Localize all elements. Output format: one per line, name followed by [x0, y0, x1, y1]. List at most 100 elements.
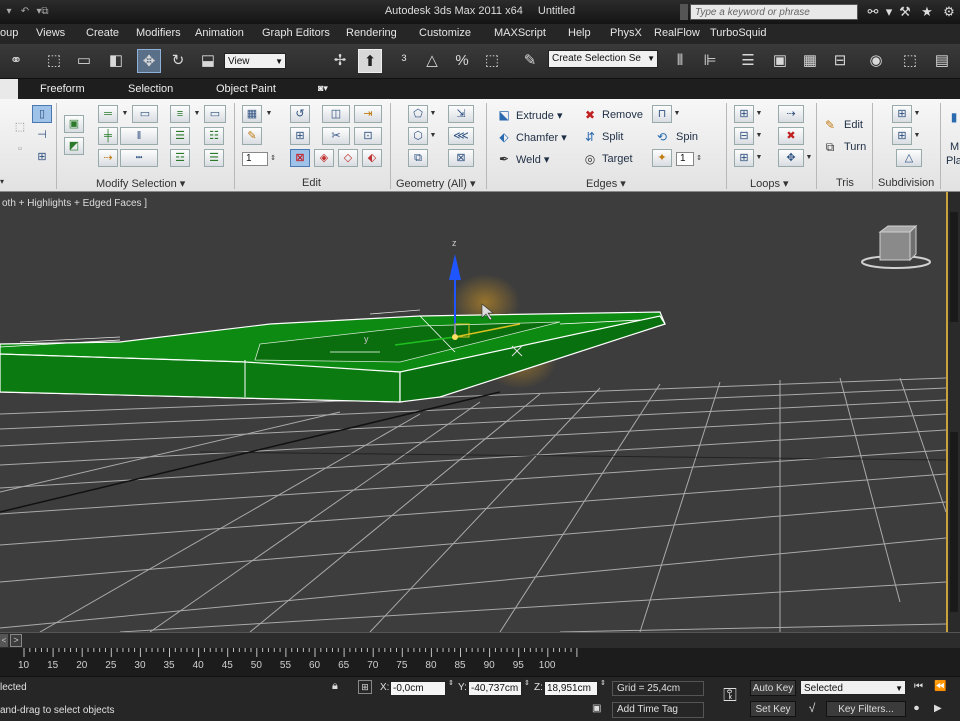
select-object-icon[interactable]: ⬚ — [42, 49, 66, 73]
repeat-last-icon[interactable]: ✎ — [242, 127, 262, 145]
use-displacement-icon[interactable]: △ — [896, 149, 922, 167]
edge-level-icon[interactable]: ▯ — [32, 105, 52, 123]
panel-collapse-arrow[interactable]: ▾ — [0, 177, 4, 186]
x-spinner-icon[interactable]: ⇕ — [448, 679, 454, 687]
insert-loop-icon[interactable]: ⊞ — [734, 149, 754, 167]
reference-coordinate-dropdown[interactable]: View ▼ — [224, 53, 286, 69]
menu-create[interactable]: Create — [86, 27, 119, 39]
flow-connect-icon[interactable]: ⊟ — [734, 127, 754, 145]
viewport-scroll-lower[interactable] — [950, 432, 958, 612]
select-region-icon[interactable]: ▭ — [72, 49, 96, 73]
remove-icon[interactable]: ✖ — [582, 107, 598, 123]
fill-icon[interactable]: ☰ — [170, 127, 190, 145]
layer-manager-icon[interactable]: ☰ — [736, 49, 760, 73]
auto-key-button[interactable]: Auto Key — [750, 680, 796, 696]
insert-loop-arrow[interactable]: ▼ — [754, 149, 764, 167]
loop-icon[interactable]: ═ — [98, 105, 118, 123]
constraint-edge-icon[interactable]: ◇ — [338, 149, 358, 167]
menu-turbosquid[interactable]: TurboSquid — [710, 27, 766, 39]
polygon-level-icon[interactable]: ▫ — [10, 141, 30, 159]
absolute-mode-icon[interactable]: ⊞ — [358, 680, 372, 694]
split-button[interactable]: Split — [602, 131, 623, 143]
menu-help[interactable]: Help — [568, 27, 591, 39]
curve-editor-icon[interactable]: ▦ — [798, 49, 822, 73]
collapse-icon[interactable]: ◫ — [322, 105, 350, 123]
time-slider-prev[interactable]: < — [0, 634, 8, 647]
menu-graph-editors[interactable]: Graph Editors — [262, 27, 330, 39]
select-and-manipulate-icon[interactable]: ⬆ — [358, 49, 382, 73]
edit-spinner[interactable]: 1 — [242, 152, 268, 166]
key-selection-dropdown[interactable]: Selected ▼ — [800, 680, 906, 695]
edit-spinner-arrows[interactable]: ⇕ — [268, 150, 278, 168]
go-to-start-icon[interactable]: ⏮ — [914, 681, 930, 695]
perspective-viewport[interactable]: z y — [0, 192, 946, 632]
edit-named-selection-icon[interactable]: ✎ — [518, 49, 542, 73]
tab-object-paint[interactable]: Object Paint — [216, 83, 276, 95]
material-editor-icon[interactable]: ◉ — [864, 49, 888, 73]
edit-tris-button[interactable]: Edit — [844, 119, 863, 131]
spinner-snap-icon[interactable]: ⬚ — [480, 49, 504, 73]
quickslice-geo-icon[interactable]: ⇲ — [448, 105, 474, 123]
align-icon[interactable]: ⊫ — [698, 49, 722, 73]
viewport-scroll[interactable] — [950, 212, 958, 322]
split-icon[interactable]: ⇵ — [582, 129, 598, 145]
vertex-level-icon[interactable]: ⬚ — [10, 119, 30, 137]
detach-icon[interactable]: ⧉ — [408, 149, 428, 167]
weld-button[interactable]: Weld ▾ — [516, 153, 549, 166]
settings-icon[interactable]: ⚙ — [940, 3, 958, 21]
remove-button[interactable]: Remove — [602, 109, 643, 121]
tab-freeform[interactable]: Freeform — [40, 83, 85, 95]
turn-icon[interactable]: ⧉ — [822, 139, 838, 155]
named-selection-set-dropdown[interactable]: Create Selection Se ▼ — [548, 50, 658, 68]
loop-mode-icon[interactable]: ▭ — [132, 105, 158, 123]
cut-icon[interactable]: ⊞ — [290, 127, 310, 145]
swiftloop-icon[interactable]: ✂ — [322, 127, 350, 145]
edges-spinner-arrows[interactable]: ⇕ — [694, 150, 704, 168]
render-setup-icon[interactable]: ⬚ — [898, 49, 922, 73]
unlink-icon[interactable]: ⚭ — [4, 49, 28, 73]
panel-label-modify-selection[interactable]: Modify Selection ▾ — [96, 177, 185, 190]
bridge-arrow[interactable]: ▼ — [672, 105, 682, 123]
distribute-icon[interactable]: ⇢ — [778, 105, 804, 123]
meshsmooth-icon[interactable]: ⊞ — [892, 105, 912, 123]
lock-selection-icon[interactable]: 🔒︎ — [332, 680, 346, 694]
select-similar-icon[interactable]: ▭ — [204, 105, 226, 123]
snaps-toggle-icon[interactable]: ³ — [392, 49, 416, 73]
weld-icon[interactable]: ✒ — [496, 151, 512, 167]
create-icon[interactable]: ↺ — [290, 105, 310, 123]
panel-label-edges[interactable]: Edges ▾ — [586, 177, 626, 190]
select-and-move-icon[interactable]: ✥ — [137, 49, 161, 73]
nurms-icon[interactable]: ⊠ — [290, 149, 310, 167]
extrude-icon[interactable]: ⬕ — [496, 107, 512, 123]
step-ring-icon[interactable]: ┅ — [120, 149, 158, 167]
tessellate-icon[interactable]: ⊞ — [892, 127, 912, 145]
tools-icon[interactable]: ⚒ — [896, 3, 914, 21]
target-icon[interactable]: ◎ — [582, 151, 598, 167]
panel-label-geometry[interactable]: Geometry (All) ▾ — [396, 177, 475, 190]
loop-options-arrow[interactable]: ▼ — [120, 105, 130, 123]
y-spinner-icon[interactable]: ⇕ — [524, 679, 530, 687]
remove-loop-icon[interactable]: ✖ — [778, 127, 804, 145]
graphite-toggle-icon[interactable]: ▣ — [768, 49, 792, 73]
z-spinner-icon[interactable]: ⇕ — [600, 679, 606, 687]
pattern-icon[interactable]: ☲ — [170, 149, 190, 167]
connect-icon[interactable]: ⊞ — [734, 105, 754, 123]
make-planar-icon[interactable]: ▮ — [946, 109, 960, 125]
relax-arrow[interactable]: ▼ — [428, 127, 438, 145]
key-filters-button[interactable]: Key Filters... — [826, 701, 906, 717]
select-and-scale-icon[interactable]: ⬓ — [196, 49, 220, 73]
cap-poly-icon[interactable]: ⊠ — [448, 149, 474, 167]
repeat-icon[interactable]: ⬠ — [408, 105, 428, 123]
extrude-button[interactable]: Extrude ▾ — [516, 109, 563, 122]
menu-rendering[interactable]: Rendering — [346, 27, 397, 39]
spin-icon[interactable]: ⟲ — [654, 129, 670, 145]
build-end-icon[interactable]: ✥ — [778, 149, 804, 167]
grow-selection-icon[interactable]: ▣ — [64, 115, 84, 133]
attach-icon[interactable]: ⋘ — [448, 127, 474, 145]
menu-realflow[interactable]: RealFlow — [654, 27, 700, 39]
select-and-rotate-icon[interactable]: ↻ — [166, 49, 190, 73]
time-slider[interactable]: < > — [0, 632, 960, 649]
schematic-view-icon[interactable]: ⊟ — [828, 49, 852, 73]
ring-icon[interactable]: ╪ — [98, 127, 118, 145]
element-level-icon[interactable]: ⊞ — [32, 149, 52, 167]
